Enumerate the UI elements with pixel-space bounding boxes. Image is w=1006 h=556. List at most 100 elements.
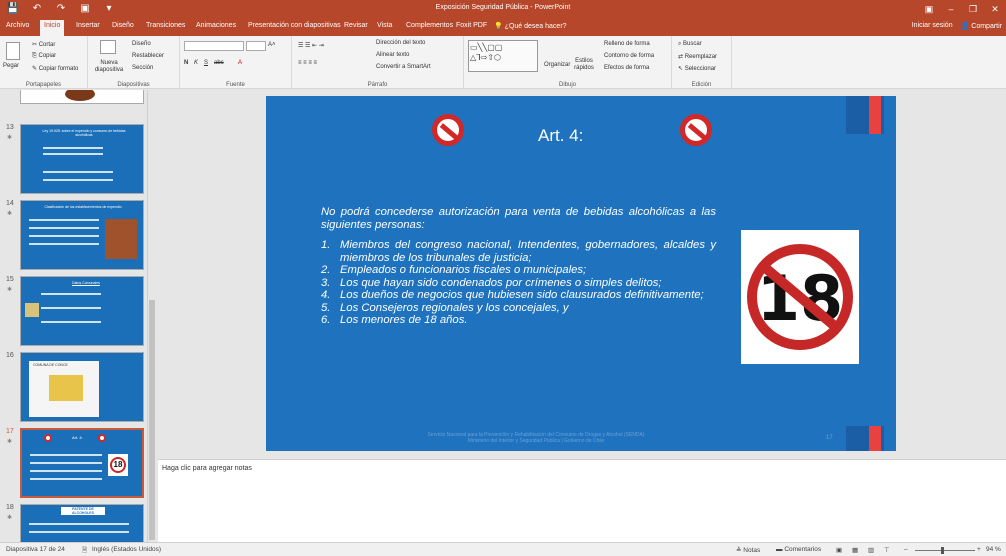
- copy-button[interactable]: ⎘ Copiar: [32, 53, 56, 60]
- format-painter-button[interactable]: ✎ Copiar formato: [32, 65, 78, 72]
- shape-effects-button[interactable]: Efectos de forma: [604, 65, 649, 71]
- thumb-number: 15: [6, 276, 14, 283]
- tab-presentacion[interactable]: Presentación con diapositivas: [248, 22, 341, 29]
- reset-button[interactable]: Restablecer: [132, 53, 164, 59]
- ribbon-display-icon[interactable]: ▣: [918, 0, 940, 19]
- smartart-button[interactable]: Convertir a SmartArt: [376, 64, 431, 70]
- thumbnail-scrollbar[interactable]: [147, 90, 156, 542]
- font-size-combo[interactable]: [246, 41, 266, 51]
- slide-thumbnail-14[interactable]: Clasificación de los establecimientos de…: [20, 200, 144, 270]
- under-18-prohibited-image[interactable]: 18: [741, 230, 859, 364]
- slide-thumbnail-panel[interactable]: 13 ✱ Ley 19.925: sobre el expendio y con…: [0, 90, 158, 542]
- notes-pane[interactable]: Haga clic para agregar notas: [158, 459, 1006, 542]
- paste-icon[interactable]: [6, 42, 20, 60]
- share-button[interactable]: 👤 Compartir: [961, 22, 1002, 30]
- copy-label: Copiar: [38, 53, 57, 59]
- restore-button[interactable]: ❐: [962, 0, 984, 19]
- zoom-in-icon[interactable]: +: [977, 546, 981, 553]
- bullets-icon[interactable]: ☰ ☰ ⇤ ⇥: [298, 42, 324, 49]
- tab-complementos[interactable]: Complementos: [406, 22, 453, 29]
- find-button[interactable]: ⌕ Buscar: [678, 41, 702, 48]
- language-status[interactable]: Inglés (Estados Unidos): [92, 546, 161, 553]
- thumb-18-number: 18: [110, 457, 126, 473]
- tab-archivo[interactable]: Archivo: [6, 22, 29, 29]
- slide-thumbnail-13[interactable]: Ley 19.925: sobre el expendio y consumo …: [20, 124, 144, 194]
- slide-sorter-icon[interactable]: ▦: [852, 546, 858, 554]
- thumb-text-line: [41, 307, 101, 309]
- cut-button[interactable]: ✂ Cortar: [32, 41, 55, 48]
- person-icon: 👤: [960, 23, 970, 30]
- copy-icon: ⎘: [32, 53, 37, 59]
- close-button[interactable]: ✕: [984, 0, 1006, 19]
- slide-body-text[interactable]: No podrá concederse autorización para ve…: [321, 206, 716, 327]
- current-slide[interactable]: Art. 4: No podrá concederse autorización…: [266, 96, 896, 451]
- paragraph-group-label: Párrafo: [367, 82, 388, 88]
- slide-thumbnail-18[interactable]: PATENTE DE ALCOHOLES: [20, 504, 144, 542]
- slideshow-icon[interactable]: ⊤: [884, 546, 890, 554]
- normal-view-icon[interactable]: ▣: [836, 546, 842, 554]
- spellcheck-icon[interactable]: 🗎: [82, 546, 87, 556]
- list-item: 4. Los dueños de negocios que hubiesen si…: [321, 289, 716, 302]
- zoom-slider-knob[interactable]: [941, 547, 944, 554]
- underline-button[interactable]: S: [204, 60, 208, 66]
- select-button[interactable]: ↖ Seleccionar: [678, 65, 716, 72]
- reading-view-icon[interactable]: ▥: [868, 546, 874, 554]
- section-button[interactable]: Sección: [132, 65, 153, 71]
- tab-diseno[interactable]: Diseño: [112, 22, 134, 29]
- font-color-icon[interactable]: A: [238, 60, 242, 66]
- group-paragraph: ☰ ☰ ⇤ ⇥ ≡ ≡ ≡ ≡ Dirección del texto Alin…: [292, 36, 464, 89]
- scrollbar-thumb[interactable]: [149, 300, 155, 540]
- format-painter-label: Copiar formato: [38, 66, 79, 72]
- tab-revisar[interactable]: Revisar: [344, 22, 368, 29]
- thumb-title: Datos Comunales: [72, 281, 100, 285]
- zoom-out-icon[interactable]: –: [904, 546, 908, 553]
- paste-button[interactable]: Pegar: [3, 63, 19, 69]
- align-text-button[interactable]: Alinear texto: [376, 52, 409, 58]
- thumb-number: 13: [6, 124, 14, 131]
- minimize-button[interactable]: –: [940, 0, 962, 19]
- slide-thumbnail-15[interactable]: Datos Comunales: [20, 276, 144, 346]
- new-slide-icon[interactable]: [100, 40, 116, 54]
- arrange-button[interactable]: Organizar: [544, 62, 570, 68]
- thumbnail-image: [65, 90, 95, 101]
- italic-button[interactable]: K: [194, 60, 198, 66]
- zoom-slider[interactable]: [915, 550, 975, 551]
- align-icons[interactable]: ≡ ≡ ≡ ≡: [298, 60, 317, 66]
- select-label: Seleccionar: [684, 66, 717, 72]
- replace-button[interactable]: ⇄ Reemplazar: [678, 53, 717, 60]
- text-direction-button[interactable]: Dirección del texto: [376, 40, 425, 46]
- new-slide-button[interactable]: Nueva diapositiva: [90, 60, 128, 74]
- quick-styles-button[interactable]: Estilos rápidos: [572, 58, 596, 72]
- strikethrough-button[interactable]: abc: [214, 60, 224, 66]
- share-label: Compartir: [971, 23, 1002, 30]
- tab-insertar[interactable]: Insertar: [76, 22, 100, 29]
- notes-toggle[interactable]: ≙ Notas: [736, 546, 760, 554]
- slide-title[interactable]: Art. 4:: [538, 126, 583, 146]
- slide-count-status: Diapositiva 17 de 24: [6, 546, 65, 553]
- notes-placeholder[interactable]: Haga clic para agregar notas: [162, 465, 252, 472]
- zoom-level[interactable]: 94 %: [986, 546, 1001, 553]
- slides-group-label: Diapositivas: [117, 82, 150, 88]
- slide-thumbnail-12[interactable]: [20, 90, 144, 104]
- layout-button[interactable]: Diseño: [132, 41, 151, 47]
- slide-thumbnail-16[interactable]: COMUNA DE CONCE: [20, 352, 144, 422]
- font-name-combo[interactable]: [184, 41, 244, 51]
- slide-thumbnail-17-selected[interactable]: Art. 4: 18: [20, 428, 144, 498]
- shape-outline-button[interactable]: Contorno de forma: [604, 53, 654, 59]
- tab-vista[interactable]: Vista: [377, 22, 392, 29]
- list-item-text: Empleados o funcionarios fiscales o muni…: [340, 264, 587, 276]
- tab-transiciones[interactable]: Transiciones: [146, 22, 185, 29]
- tab-foxit-pdf[interactable]: Foxit PDF: [456, 22, 487, 29]
- shapes-icons-row2: △⅂⇨⇧⬡: [470, 53, 501, 62]
- tell-me-search[interactable]: 💡 ¿Qué desea hacer?: [494, 22, 567, 30]
- tab-inicio[interactable]: Inicio: [40, 20, 65, 36]
- sign-in-link[interactable]: Iniciar sesión: [912, 22, 953, 30]
- tab-animaciones[interactable]: Animaciones: [196, 22, 236, 29]
- list-number: 6.: [321, 314, 331, 326]
- thumbnail-image: [105, 219, 137, 259]
- shape-fill-button[interactable]: Relleno de forma: [604, 41, 650, 47]
- grow-font-icon[interactable]: A˄: [268, 42, 276, 48]
- thumbnail-image: [25, 303, 39, 317]
- comments-toggle[interactable]: ▬ Comentarios: [776, 546, 821, 553]
- bold-button[interactable]: N: [184, 60, 188, 66]
